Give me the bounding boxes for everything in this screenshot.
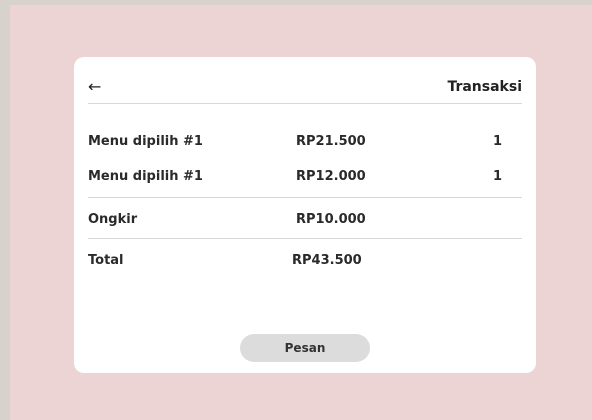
order-button[interactable]: Pesan (240, 334, 370, 362)
card-header: ← Transaksi (88, 71, 522, 104)
background-frame: ← Transaksi Menu dipilih #1 RP21.500 1 M… (10, 5, 592, 420)
shipping-value: RP10.000 (296, 211, 366, 227)
order-item-row: Menu dipilih #1 RP12.000 1 (88, 160, 522, 192)
divider (88, 238, 522, 239)
page-title: Transaksi (447, 79, 522, 95)
item-name: Menu dipilih #1 (88, 168, 203, 184)
back-arrow-icon[interactable]: ← (88, 79, 101, 95)
total-label: Total (88, 252, 124, 268)
divider (88, 197, 522, 198)
item-price: RP21.500 (296, 133, 366, 149)
item-quantity: 1 (492, 133, 502, 149)
shipping-row: Ongkir RP10.000 (88, 203, 522, 235)
transaction-card: ← Transaksi Menu dipilih #1 RP21.500 1 M… (74, 57, 536, 373)
order-item-row: Menu dipilih #1 RP21.500 1 (88, 125, 522, 157)
item-name: Menu dipilih #1 (88, 133, 203, 149)
shipping-label: Ongkir (88, 211, 138, 227)
total-value: RP43.500 (292, 252, 362, 268)
item-price: RP12.000 (296, 168, 366, 184)
total-row: Total RP43.500 (88, 244, 522, 276)
item-quantity: 1 (492, 168, 502, 184)
